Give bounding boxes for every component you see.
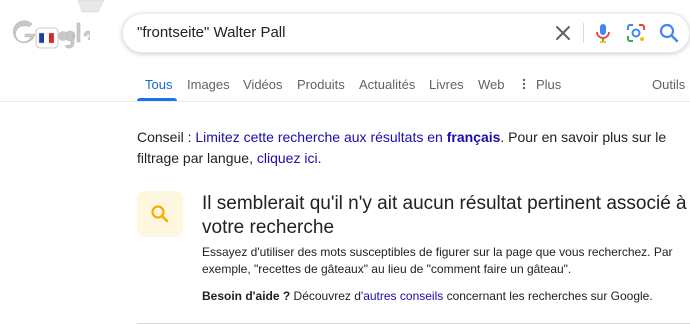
restrict-language-link-text[interactable]: Limitez cette recherche aux résultats en — [195, 129, 446, 145]
clear-icon[interactable] — [552, 22, 574, 44]
other-tips-link[interactable]: autres conseils — [363, 289, 443, 303]
no-results-title: Il semblerait qu'il n'y ait aucun résult… — [202, 193, 687, 238]
active-tab-indicator — [137, 98, 177, 101]
tab-produits[interactable]: Produits — [297, 77, 345, 92]
search-divider — [583, 23, 584, 43]
tab-plus[interactable]: Plus — [536, 77, 561, 92]
header: "frontseite" Walter Pall — [0, 0, 690, 66]
search-input[interactable]: "frontseite" Walter Pall — [137, 14, 285, 52]
help-line: Besoin d'aide ? Découvrez d'autres conse… — [202, 288, 682, 305]
tab-tous[interactable]: Tous — [145, 77, 172, 92]
search-tabs: Tous Images Vidéos Produits Actualités L… — [0, 66, 690, 102]
tab-livres[interactable]: Livres — [429, 77, 464, 92]
tip-prefix: Conseil : — [137, 129, 196, 145]
tab-actualites[interactable]: Actualités — [359, 77, 415, 92]
help-end: concernant les recherches sur Google. — [443, 289, 653, 303]
lens-camera-icon[interactable] — [625, 22, 647, 44]
no-results-advice: Essayez d'utiliser des mots susceptibles… — [202, 245, 673, 276]
help-text: Découvrez d' — [290, 289, 364, 303]
google-doodle-logo[interactable] — [8, 14, 90, 54]
tab-web[interactable]: Web — [478, 77, 505, 92]
help-heading: Besoin d'aide ? — [202, 289, 291, 303]
search-icon — [151, 205, 169, 223]
tab-videos[interactable]: Vidéos — [243, 77, 283, 92]
click-here-link[interactable]: cliquez ici — [257, 150, 318, 166]
language-tip: Conseil : Limitez cette recherche aux ré… — [137, 127, 677, 169]
restrict-language-link[interactable]: Limitez cette recherche aux résultats en… — [195, 129, 500, 145]
microphone-icon[interactable] — [592, 22, 614, 44]
language-name[interactable]: français — [447, 129, 501, 145]
no-results-icon-box — [137, 191, 183, 237]
more-vert-icon — [522, 78, 526, 90]
search-box[interactable]: "frontseite" Walter Pall — [122, 13, 690, 53]
tip-end: . — [317, 150, 322, 166]
tools-button[interactable]: Outils — [652, 77, 685, 92]
tab-images[interactable]: Images — [187, 77, 230, 92]
section-divider — [137, 323, 690, 324]
search-icon[interactable] — [658, 22, 680, 44]
doodle-decoration — [77, 0, 105, 13]
